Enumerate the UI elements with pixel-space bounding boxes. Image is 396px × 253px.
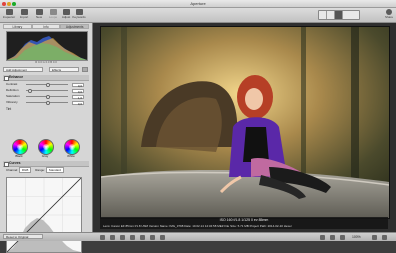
viewer-area: ISO 160 f/1.8 1/125 0 ev 85mm Lens: Cano… [93,23,396,232]
window-title: Aperture [190,1,206,6]
histogram [6,31,88,61]
rotate-left-icon[interactable] [100,234,105,240]
inspector-panel: Library Info Adjustments R 0.0 G 0.0 B 0… [0,23,93,253]
channel-dropdown[interactable]: RGB [18,167,32,173]
gray-tint-wheel[interactable] [38,139,54,155]
slider-value-field[interactable]: 1,0 [72,94,84,100]
adjust-button[interactable]: Adjust [59,9,73,21]
black-tint-wheel[interactable] [12,139,28,155]
slider-value-field[interactable]: 0,0 [72,100,84,106]
slider-row: Contrast 0,0 [6,82,88,88]
photo-image [101,27,389,218]
slider-row: Definition 0,0 [6,88,88,94]
tab-library[interactable]: Library [3,24,32,29]
view-mode-segmented-control[interactable] [318,10,360,20]
slider-row: Vibrancy 0,0 [6,100,88,106]
toolbar-label: Keywords [72,15,86,19]
toolbar-label: New [35,15,42,19]
browser-view-icon[interactable] [319,11,327,19]
toolbar-label: Adjust [61,15,71,19]
channel-label: Channel: [6,168,19,172]
toolbar: Inspector Import New Loupe Adjust Keywor… [0,8,396,23]
slider-track[interactable] [26,90,68,91]
crop-icon[interactable] [130,234,135,240]
loupe-button[interactable]: Loupe [46,9,60,21]
previous-image-icon[interactable] [320,234,325,240]
histogram-graph [7,36,87,60]
tint-divider [6,113,86,137]
curves-options: Channel: RGB Range: Standard [6,167,90,173]
slider-knob[interactable] [46,82,50,87]
exif-summary: ISO 160 f/1.8 1/125 0 ev 85mm [219,218,269,222]
main-photo[interactable] [100,26,390,219]
split-view-icon[interactable] [327,11,335,19]
slider-label: Saturation [6,94,20,98]
retouch-icon[interactable] [150,234,155,240]
red-eye-icon[interactable] [140,234,145,240]
slider-label: Definition [6,88,19,92]
slider-value-field[interactable]: 0,0 [72,88,84,94]
checkbox-icon[interactable] [4,76,9,81]
viewer-only-icon[interactable] [335,11,343,19]
enhance-section-header[interactable]: Enhance [3,75,89,81]
zoom-level: 100% [352,235,361,239]
tab-info[interactable]: Info [31,24,61,29]
wheel-label: White [67,154,75,158]
import-button[interactable]: Import [17,9,31,21]
histogram-readout: R 0.0 G 0.0 B 0.0 [35,60,57,64]
zoom-icon[interactable] [340,234,345,240]
title-bar: Aperture [0,0,396,8]
view-options-icon[interactable] [372,234,377,240]
slider-label: Contrast [6,82,18,86]
close-window-icon[interactable] [2,1,6,6]
slider-label: Vibrancy [6,100,18,104]
checkbox-icon[interactable] [4,162,9,167]
inspector-button[interactable]: Inspector [2,9,16,21]
range-label: Range: [35,168,45,172]
lift-stamp-icon[interactable] [160,234,165,240]
new-button[interactable]: New [32,9,46,21]
app-window: Aperture Inspector Import New Loupe Adju… [0,0,396,253]
add-adjustment-dropdown[interactable]: Add Adjustment [3,67,43,72]
slider-knob[interactable] [46,100,50,105]
toolbar-label: Inspector [2,15,16,19]
tint-label: Tint [6,107,12,111]
inspector-tabs: Library Info Adjustments [3,24,90,29]
keywords-button[interactable]: Keywords [72,9,86,21]
curves-graph[interactable] [6,177,82,253]
fullscreen-toggle-icon[interactable] [382,234,387,240]
wheel-label: Gray [41,154,49,158]
exif-details: Lens: Canon EF 85mm f/1.8 USM Version Na… [103,224,292,228]
wheel-label: Black [15,154,23,158]
range-dropdown[interactable]: Standard [45,167,64,173]
white-tint-wheel[interactable] [64,139,80,155]
share-button[interactable]: Share [382,9,396,21]
slider-row: Saturation 1,0 [6,94,88,100]
toolbar-label: Import [19,15,29,19]
slider-value-field[interactable]: 0,0 [72,82,84,88]
straighten-icon[interactable] [120,234,125,240]
minimize-window-icon[interactable] [7,1,11,6]
reset-to-original-button[interactable]: Reset to Original [3,234,43,239]
gear-icon[interactable] [82,67,88,72]
slider-knob[interactable] [28,88,32,93]
zoom-window-icon[interactable] [12,1,16,6]
tab-adjustments[interactable]: Adjustments [60,24,90,29]
rotate-right-icon[interactable] [110,234,115,240]
toolbar-label: Share [384,15,393,19]
toolbar-label: Loupe [48,15,58,19]
next-image-icon[interactable] [330,234,335,240]
metadata-overlay: ISO 160 f/1.8 1/125 0 ev 85mm Lens: Cano… [100,217,388,229]
slider-knob[interactable] [46,94,50,99]
fullscreen-icon[interactable] [343,11,351,19]
effects-dropdown[interactable]: Effects [49,67,79,72]
